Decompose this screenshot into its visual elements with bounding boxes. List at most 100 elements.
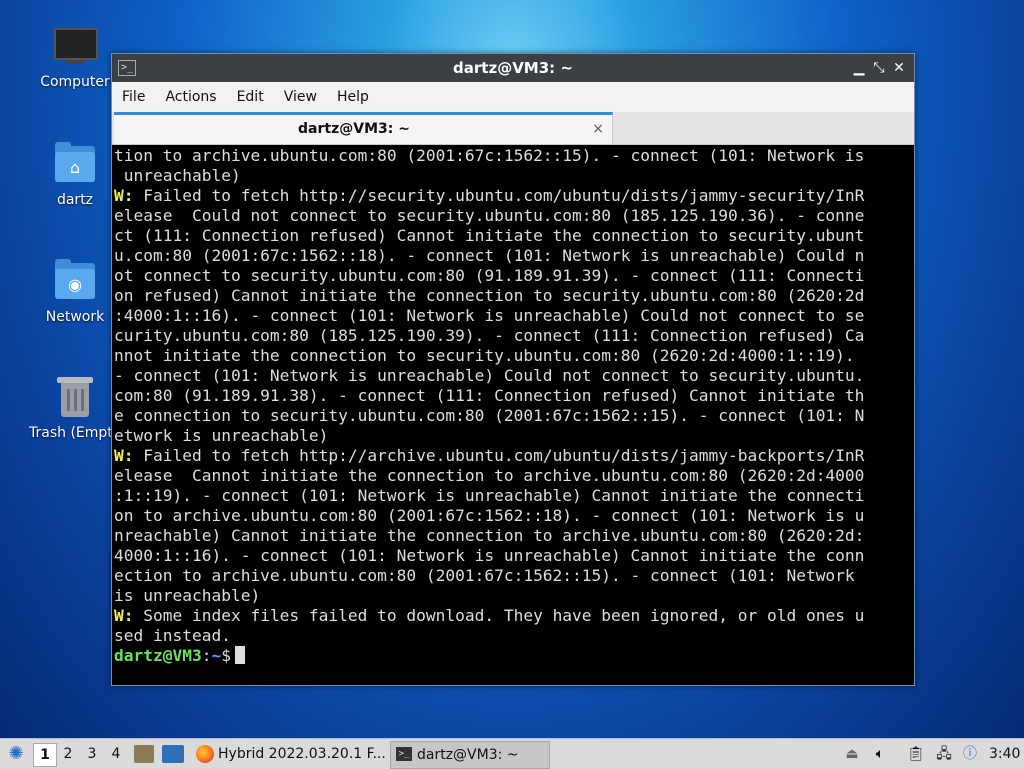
desktop-icon-label: Computer [40,74,110,90]
terminal-prompt[interactable]: dartz@VM3:~$ [114,646,910,666]
workspace-1[interactable]: 1 [33,743,57,767]
terminal-line-text: - connect (101: Network is unreachable) … [114,366,865,385]
task-firefox[interactable]: Hybrid 2022.03.20.1 F... [192,741,414,767]
terminal-line-text: :4000:1::16). - connect (101: Network is… [114,306,865,325]
terminal-line-text: on refused) Cannot initiate the connecti… [114,286,865,305]
terminal-line: W: Some index files failed to download. … [114,606,910,626]
volume-icon[interactable]: 🔈︎ [871,739,889,769]
window-title: dartz@VM3: ~ [453,59,573,77]
updates-icon[interactable]: ⏏ [845,739,859,769]
terminal-line: curity.ubuntu.com:80 (185.125.190.39). -… [114,326,910,346]
terminal-line: e connection to security.ubuntu.com:80 (… [114,406,910,426]
terminal-line-text: tion to archive.ubuntu.com:80 (2001:67c:… [114,146,865,165]
taskbar: ✺ 1 2 3 4 Hybrid 2022.03.20.1 F... >_ da… [0,738,1024,769]
terminal-line: is unreachable) [114,586,910,606]
terminal-line: unreachable) [114,166,910,186]
terminal-line-text: on to archive.ubuntu.com:80 (2001:67c:15… [114,506,865,525]
menu-view[interactable]: View [274,82,327,112]
close-button[interactable]: ✕ [890,59,908,77]
task-label: Hybrid 2022.03.20.1 F... [218,746,386,762]
terminal-line-text: elease Could not connect to security.ubu… [114,206,865,225]
firefox-icon [196,745,214,763]
task-label: dartz@VM3: ~ [417,747,519,763]
warning-prefix: W: [114,606,134,625]
tab-bar: dartz@VM3: ~ × [112,112,914,145]
terminal-line-text: etwork is unreachable) [114,426,329,445]
terminal-line-text: is unreachable) [114,586,261,605]
terminal-line: ct (111: Connection refused) Cannot init… [114,226,910,246]
terminal-line: sed instead. [114,626,910,646]
terminal-line-text: nnot initiate the connection to security… [114,346,855,365]
workspace-2[interactable]: 2 [57,743,79,765]
window-titlebar[interactable]: >_ dartz@VM3: ~ ▁ ⤡ ✕ [112,54,914,82]
terminal-line: tion to archive.ubuntu.com:80 (2001:67c:… [114,146,910,166]
desktop-icon-home[interactable]: ⌂ dartz [25,140,125,208]
tab-label: dartz@VM3: ~ [298,121,410,137]
show-desktop-icon[interactable] [162,745,184,763]
network-icon[interactable]: 🖧︎ [933,739,955,769]
warning-prefix: W: [114,446,134,465]
home-folder-icon: ⌂ [51,140,99,188]
prompt-path: ~ [211,646,222,665]
terminal-line-text: Some index files failed to download. The… [133,606,865,625]
terminal-line-text: ot connect to security.ubuntu.com:80 (91… [114,266,865,285]
menu-actions[interactable]: Actions [155,82,226,112]
desktop-icon-network[interactable]: ◉ Network [25,257,125,325]
clipboard-icon[interactable]: 📋︎ [905,739,927,769]
terminal-line: elease Cannot initiate the connection to… [114,466,910,486]
terminal-line-text: com:80 (91.189.91.38). - connect (111: C… [114,386,865,405]
terminal-line: W: Failed to fetch http://security.ubunt… [114,186,910,206]
desktop-icon-label: Network [45,309,105,325]
terminal-line: u.com:80 (2001:67c:1562::18). - connect … [114,246,910,266]
maximize-button[interactable]: ⤡ [870,59,888,77]
network-folder-icon: ◉ [51,257,99,305]
desktop-icon-computer[interactable]: Computer [25,22,125,90]
terminal-line-text: elease Cannot initiate the connection to… [114,466,865,485]
terminal-icon: >_ [396,747,412,761]
workspace-3[interactable]: 3 [81,743,103,765]
terminal-line-text: Failed to fetch http://archive.ubuntu.co… [133,446,865,465]
terminal-line-text: curity.ubuntu.com:80 (185.125.190.39). -… [114,326,865,345]
prompt-user: dartz@VM3 [114,646,202,665]
workspace-4[interactable]: 4 [105,743,127,765]
terminal-line-text: :1::19). - connect (101: Network is unre… [114,486,865,505]
tab-close-icon[interactable]: × [592,115,604,144]
terminal-line: elease Could not connect to security.ubu… [114,206,910,226]
minimize-button[interactable]: ▁ [850,59,868,77]
terminal-line: on refused) Cannot initiate the connecti… [114,286,910,306]
terminal-line: :1::19). - connect (101: Network is unre… [114,486,910,506]
clock[interactable]: 3:40 [989,739,1021,769]
notification-icon[interactable]: ⓘ [960,739,980,769]
terminal-line: ot connect to security.ubuntu.com:80 (91… [114,266,910,286]
terminal-line: etwork is unreachable) [114,426,910,446]
terminal-line-text: e connection to security.ubuntu.com:80 (… [114,406,865,425]
terminal-line: :4000:1::16). - connect (101: Network is… [114,306,910,326]
desktop-icon-label: dartz [56,192,94,208]
prompt-separator: : [201,646,212,665]
terminal-line: com:80 (91.189.91.38). - connect (111: C… [114,386,910,406]
terminal-line: - connect (101: Network is unreachable) … [114,366,910,386]
terminal-line: 4000:1::16). - connect (101: Network is … [114,546,910,566]
terminal-output[interactable]: tion to archive.ubuntu.com:80 (2001:67c:… [114,146,910,681]
tab-terminal[interactable]: dartz@VM3: ~ × [114,112,613,144]
menu-file[interactable]: File [112,82,155,112]
task-terminal[interactable]: >_ dartz@VM3: ~ [390,741,550,769]
computer-icon [51,22,99,70]
terminal-line: on to archive.ubuntu.com:80 (2001:67c:15… [114,506,910,526]
terminal-window: >_ dartz@VM3: ~ ▁ ⤡ ✕ File Actions Edit Vie… [111,53,915,686]
file-manager-icon[interactable] [134,745,154,763]
terminal-line: nnot initiate the connection to security… [114,346,910,366]
desktop-icon-trash[interactable]: Trash (Empty) [25,373,125,441]
trash-icon [51,373,99,421]
menu-edit[interactable]: Edit [227,82,274,112]
app-menu-icon[interactable]: ✺ [5,742,27,766]
menu-help[interactable]: Help [327,82,379,112]
terminal-line-text: sed instead. [114,626,231,645]
terminal-line-text: ection to archive.ubuntu.com:80 (2001:67… [114,566,855,585]
terminal-line-text: unreachable) [114,166,241,185]
menubar: File Actions Edit View Help [112,82,914,112]
prompt-symbol: $ [221,646,231,665]
terminal-line: ection to archive.ubuntu.com:80 (2001:67… [114,566,910,586]
terminal-line: W: Failed to fetch http://archive.ubuntu… [114,446,910,466]
text-cursor [234,646,245,664]
